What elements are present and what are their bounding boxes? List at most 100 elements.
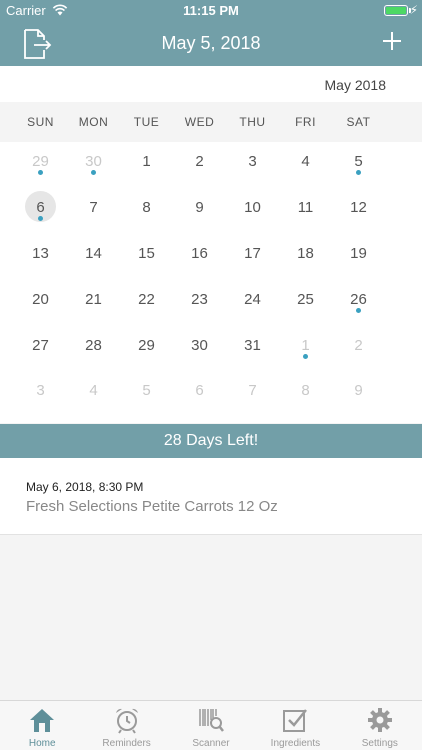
calendar-day[interactable]: 5 (332, 142, 385, 188)
day-number: 2 (195, 153, 204, 170)
calendar-day[interactable]: 7 (226, 371, 279, 417)
calendar-day[interactable]: 14 (67, 234, 120, 280)
battery-icon (384, 5, 408, 16)
tab-reminders[interactable]: Reminders (84, 701, 168, 750)
calendar-day[interactable]: 7 (67, 188, 120, 234)
day-number: 15 (138, 245, 155, 262)
day-number: 17 (244, 245, 261, 262)
calendar-day[interactable]: 19 (332, 234, 385, 280)
calendar-day[interactable]: 9 (332, 371, 385, 417)
day-number: 20 (32, 291, 49, 308)
calendar-day[interactable]: 2 (332, 326, 385, 372)
day-number: 10 (244, 199, 261, 216)
day-number: 6 (195, 382, 204, 399)
day-number: 3 (248, 153, 257, 170)
calendar-day[interactable]: 1 (120, 142, 173, 188)
calendar-day[interactable]: 25 (279, 280, 332, 326)
tab-label: Ingredients (270, 738, 321, 749)
day-number: 14 (85, 245, 102, 262)
calendar-day[interactable]: 4 (67, 371, 120, 417)
day-number: 16 (191, 245, 208, 262)
day-number: 4 (89, 382, 98, 399)
event-dot (91, 170, 96, 175)
alarm-clock-icon (115, 708, 138, 734)
calendar-day[interactable]: 18 (279, 234, 332, 280)
tab-home[interactable]: Home (0, 701, 84, 750)
calendar-day[interactable]: 13 (14, 234, 67, 280)
calendar-grid: 29 30 1 2 3 4 5 6 7 8 9 10 11 12 13 14 15 16 17 18 19 20 21 22 2… (0, 142, 422, 423)
calendar-day[interactable]: 9 (173, 188, 226, 234)
tab-label: Settings (361, 738, 398, 749)
event-dot (38, 170, 43, 175)
calendar-day[interactable]: 5 (120, 371, 173, 417)
tab-bar: Home Reminders Scanner Ingredients Setti… (0, 700, 422, 750)
calendar-day[interactable]: 29 (14, 142, 67, 188)
day-number: 8 (301, 382, 310, 399)
day-number: 12 (350, 199, 367, 216)
calendar-day[interactable]: 8 (120, 188, 173, 234)
day-number: 7 (248, 382, 257, 399)
calendar-day[interactable]: 21 (67, 280, 120, 326)
add-icon[interactable] (382, 31, 402, 51)
tab-ingredients[interactable]: Ingredients (253, 701, 337, 750)
home-icon (30, 709, 55, 732)
page-title: May 5, 2018 (161, 33, 261, 53)
reminder-list-item[interactable]: May 6, 2018, 8:30 PM Fresh Selections Pe… (0, 458, 422, 535)
calendar-day[interactable]: 3 (226, 142, 279, 188)
status-bar: Carrier 11:15 PM ⚡ (0, 0, 422, 22)
calendar-day[interactable]: 30 (67, 142, 120, 188)
day-number: 26 (350, 291, 367, 308)
calendar-day[interactable]: 29 (120, 326, 173, 372)
event-dot (356, 170, 361, 175)
calendar-day[interactable]: 27 (14, 326, 67, 372)
event-dot (38, 216, 43, 221)
calendar-day[interactable]: 8 (279, 371, 332, 417)
calendar-day[interactable]: 10 (226, 188, 279, 234)
day-number: 11 (297, 199, 314, 216)
day-number: 5 (142, 382, 151, 399)
day-number: 28 (85, 337, 102, 354)
day-number: 29 (32, 153, 49, 170)
day-number: 1 (301, 337, 310, 354)
calendar-day[interactable]: 22 (120, 280, 173, 326)
calendar-day[interactable]: 28 (67, 326, 120, 372)
barcode-scanner-icon (199, 709, 225, 732)
calendar-day[interactable]: 31 (226, 326, 279, 372)
calendar-day[interactable]: 26 (332, 280, 385, 326)
weekday-label: SAT (346, 115, 371, 129)
weekday-label: SUN (27, 115, 54, 129)
calendar-day[interactable]: 16 (173, 234, 226, 280)
calendar-day[interactable]: 4 (279, 142, 332, 188)
event-dot (356, 308, 361, 313)
calendar-day[interactable]: 20 (14, 280, 67, 326)
status-time: 11:15 PM (183, 3, 239, 18)
tab-settings[interactable]: Settings (338, 701, 422, 750)
calendar-day[interactable]: 15 (120, 234, 173, 280)
weekday-label: TUE (133, 115, 160, 129)
weekday-label: FRI (295, 115, 316, 129)
calendar-day[interactable]: 6 (173, 371, 226, 417)
calendar-day[interactable]: 3 (14, 371, 67, 417)
calendar-day[interactable]: 24 (226, 280, 279, 326)
day-number: 9 (195, 199, 204, 216)
tab-scanner[interactable]: Scanner (169, 701, 253, 750)
calendar-day[interactable]: 23 (173, 280, 226, 326)
day-number: 9 (354, 382, 363, 399)
calendar-day[interactable]: 12 (332, 188, 385, 234)
month-header: May 2018 (0, 66, 422, 102)
calendar-day[interactable]: 17 (226, 234, 279, 280)
weekday-header: SUN MON TUE WED THU FRI SAT (0, 102, 422, 142)
calendar-day[interactable]: 1 (279, 326, 332, 372)
day-number: 3 (36, 382, 45, 399)
calendar-day[interactable]: 11 (279, 188, 332, 234)
calendar-day-selected[interactable]: 6 (14, 188, 67, 234)
day-number: 19 (350, 245, 367, 262)
day-number: 7 (89, 199, 98, 216)
day-number: 1 (142, 153, 151, 170)
day-number: 24 (244, 291, 261, 308)
calendar-day[interactable]: 30 (173, 326, 226, 372)
day-number: 30 (191, 337, 208, 354)
tab-label: Scanner (192, 738, 230, 749)
day-number: 29 (138, 337, 155, 354)
calendar-day[interactable]: 2 (173, 142, 226, 188)
